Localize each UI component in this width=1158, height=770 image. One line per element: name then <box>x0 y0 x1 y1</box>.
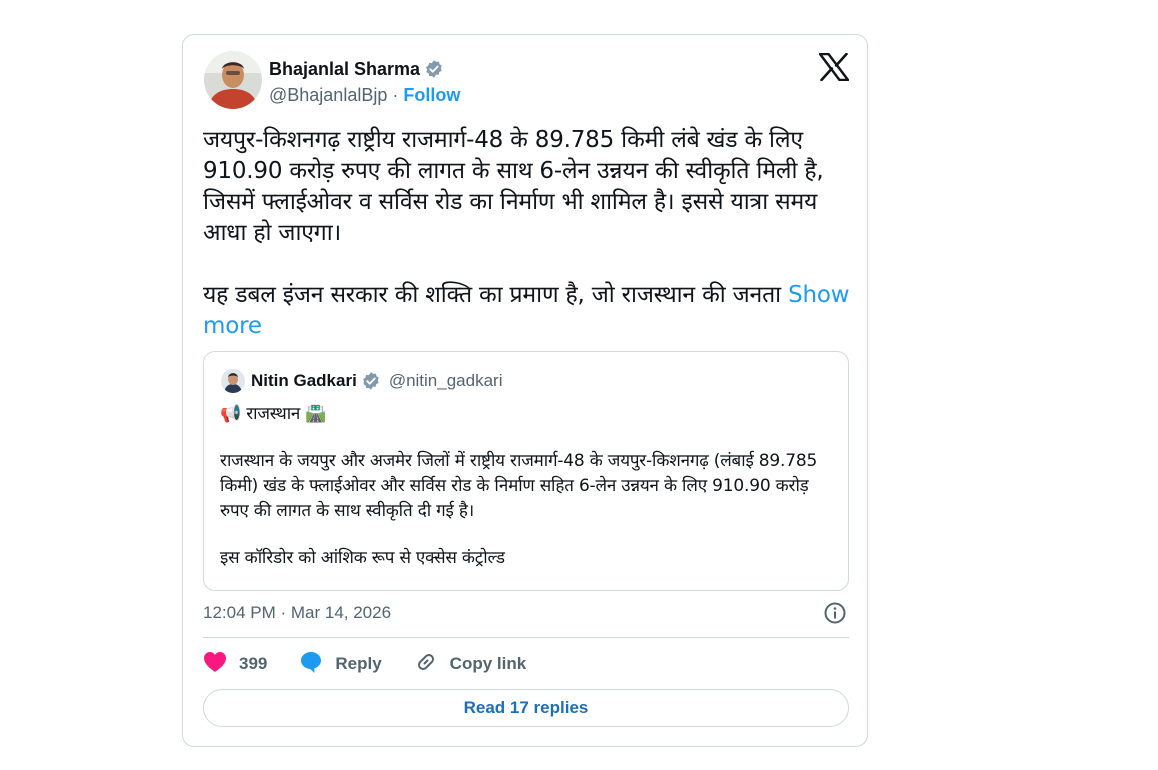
timestamp[interactable]: 12:04 PM · Mar 14, 2026 <box>203 602 391 624</box>
link-icon <box>414 650 450 679</box>
author-handle[interactable]: @BhajanlalBjp <box>269 85 387 105</box>
reply-button[interactable]: Reply <box>299 650 382 679</box>
tweet-card: Bhajanlal Sharma @BhajanlalBjp · Follow … <box>182 34 868 747</box>
motorway-icon: 🛣️ <box>305 404 327 424</box>
heart-icon <box>203 651 239 678</box>
quoted-paragraph: इस कॉरिडोर को आंशिक रूप से एक्सेस कंट्रो… <box>220 548 505 568</box>
action-bar: 399 Reply Copy link <box>203 651 558 677</box>
copy-link-label: Copy link <box>449 654 527 673</box>
info-icon[interactable] <box>823 601 847 625</box>
author-name[interactable]: Bhajanlal Sharma <box>269 58 444 80</box>
author-handle-row: @BhajanlalBjp · Follow <box>269 84 460 106</box>
quoted-author: Nitin Gadkari @nitin_gadkari <box>251 370 502 392</box>
read-replies-button[interactable]: Read 17 replies <box>203 689 849 727</box>
follow-button[interactable]: Follow <box>403 85 460 105</box>
author-name-text[interactable]: Bhajanlal Sharma <box>269 58 420 80</box>
quoted-tweet[interactable]: Nitin Gadkari @nitin_gadkari 📢 राजस्थान … <box>203 351 849 591</box>
quoted-text: 📢 राजस्थान 🛣️ राजस्थान के जयपुर और अजमेर… <box>220 402 830 571</box>
megaphone-icon: 📢 <box>220 404 241 424</box>
quoted-heading: 📢 राजस्थान 🛣️ <box>220 402 830 427</box>
quoted-paragraph: राजस्थान के जयपुर और अजमेर जिलों में राष… <box>220 451 818 521</box>
reply-label: Reply <box>335 654 382 673</box>
tweet-paragraph: जयपुर-किशनगढ़ राष्ट्रीय राजमार्ग-48 के 8… <box>203 127 824 246</box>
divider <box>203 637 849 638</box>
verified-badge-icon <box>424 59 444 79</box>
quoted-author-handle: @nitin_gadkari <box>388 371 503 390</box>
x-logo-icon[interactable] <box>818 52 850 82</box>
quoted-heading-text: राजस्थान <box>246 404 301 424</box>
copy-link-button[interactable]: Copy link <box>414 650 527 679</box>
reply-bubble-icon <box>299 650 335 679</box>
like-button[interactable]: 399 <box>203 651 267 678</box>
quoted-author-name: Nitin Gadkari <box>251 371 357 390</box>
separator: · <box>392 85 399 105</box>
tweet-paragraph-text: यह डबल इंजन सरकार की शक्ति का प्रमाण है,… <box>203 282 781 308</box>
tweet-text: जयपुर-किशनगढ़ राष्ट्रीय राजमार्ग-48 के 8… <box>203 125 851 342</box>
quoted-avatar <box>221 369 245 393</box>
like-count: 399 <box>239 654 268 673</box>
verified-badge-icon <box>361 371 381 391</box>
avatar[interactable] <box>204 51 262 109</box>
tweet-paragraph: यह डबल इंजन सरकार की शक्ति का प्रमाण है,… <box>203 280 851 342</box>
